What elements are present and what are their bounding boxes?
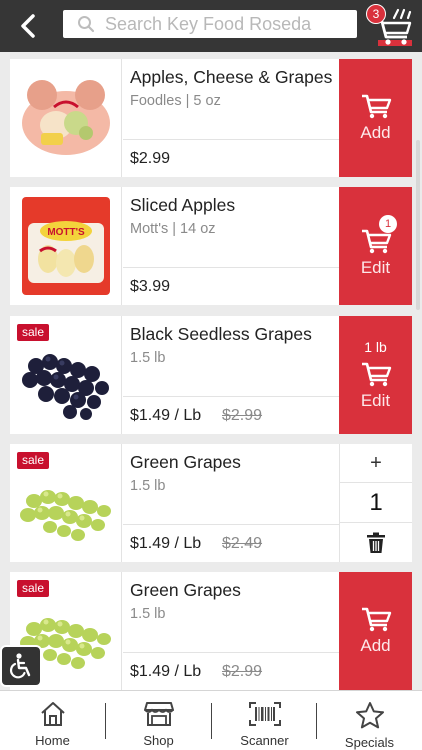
edit-button[interactable]: 1 Edit xyxy=(339,187,412,305)
original-price: $2.49 xyxy=(222,535,263,552)
product-card[interactable]: sale Green Grapes 1.5 lb $1.49 / Lb $2.9… xyxy=(10,572,412,690)
product-price: $2.99 xyxy=(130,150,171,167)
product-price: $3.99 xyxy=(130,278,171,295)
cart-count-badge: 3 xyxy=(366,4,386,24)
original-price: $2.99 xyxy=(222,407,263,424)
tab-home[interactable]: Home xyxy=(0,691,105,750)
quantity-stepper: + 1 xyxy=(339,444,412,562)
tab-scanner[interactable]: Scanner xyxy=(212,691,317,750)
back-arrow-icon xyxy=(21,14,35,38)
accessibility-button[interactable] xyxy=(0,645,42,687)
sale-badge: sale xyxy=(17,580,50,597)
product-title[interactable]: Green Grapes xyxy=(130,452,241,473)
product-card[interactable]: Apples, Cheese & Grapes Foodles | 5 oz $… xyxy=(10,59,412,177)
shop-icon xyxy=(143,702,174,726)
add-label: Add xyxy=(360,636,391,655)
quantity-value: 1 xyxy=(340,483,412,523)
product-card[interactable]: sale Black Seedless Grapes 1.5 lb $1.49 … xyxy=(10,316,412,434)
selected-weight: 1 lb xyxy=(364,339,387,355)
product-size: 1.5 lb xyxy=(130,478,166,494)
tab-shop-label: Shop xyxy=(143,733,174,748)
cart-icon xyxy=(361,607,391,632)
star-icon xyxy=(355,702,384,729)
product-title[interactable]: Sliced Apples xyxy=(130,195,235,216)
remove-item-button[interactable] xyxy=(340,523,412,562)
cart-button[interactable]: 3 xyxy=(366,4,416,48)
increase-quantity-button[interactable]: + xyxy=(340,444,412,483)
sale-badge: sale xyxy=(17,452,50,469)
product-card[interactable]: sale Green Grapes 1.5 lb $1.49 / Lb $2.4… xyxy=(10,444,412,562)
search-input[interactable] xyxy=(105,13,355,35)
product-brand-size: Mott's | 14 oz xyxy=(130,221,216,237)
tab-specials-label: Specials xyxy=(344,735,395,750)
in-cart-qty-badge: 1 xyxy=(379,215,397,233)
tab-home-label: Home xyxy=(35,733,70,748)
add-button[interactable]: Add xyxy=(339,572,412,690)
sale-badge: sale xyxy=(17,324,50,341)
back-button[interactable] xyxy=(14,12,42,40)
product-image: sale xyxy=(10,316,122,434)
top-bar: 3 xyxy=(0,0,422,52)
edit-label: Edit xyxy=(360,391,391,410)
product-title[interactable]: Green Grapes xyxy=(130,580,241,601)
svg-text:MOTT'S: MOTT'S xyxy=(47,227,85,238)
search-icon xyxy=(78,16,95,33)
bottom-tab-bar: Home Shop Scanner Specials xyxy=(0,690,422,750)
product-price: $1.49 / Lb xyxy=(130,407,202,424)
original-price: $2.99 xyxy=(222,663,263,680)
tab-shop[interactable]: Shop xyxy=(106,691,211,750)
scrollbar[interactable] xyxy=(416,140,420,310)
edit-button[interactable]: 1 lb Edit xyxy=(339,316,412,434)
tab-scanner-label: Scanner xyxy=(240,733,289,748)
trash-icon xyxy=(367,532,385,553)
product-card[interactable]: MOTT'S Sliced Apples Mott's | 14 oz $3.9… xyxy=(10,187,412,305)
edit-label: Edit xyxy=(360,258,391,277)
product-price: $1.49 / Lb xyxy=(130,535,202,552)
barcode-icon xyxy=(248,702,281,726)
product-image xyxy=(10,59,122,177)
search-bar[interactable] xyxy=(63,10,357,38)
product-title[interactable]: Apples, Cheese & Grapes xyxy=(130,67,332,88)
product-image: MOTT'S xyxy=(10,187,122,305)
tab-specials[interactable]: Specials xyxy=(317,691,422,750)
product-size: 1.5 lb xyxy=(130,606,166,622)
wheelchair-icon xyxy=(9,653,31,679)
add-button[interactable]: Add xyxy=(339,59,412,177)
cart-icon xyxy=(361,94,391,119)
product-size: 1.5 lb xyxy=(130,350,166,366)
cart-icon xyxy=(361,362,391,387)
product-price: $1.49 / Lb xyxy=(130,663,202,680)
add-label: Add xyxy=(360,123,391,142)
product-brand-size: Foodles | 5 oz xyxy=(130,93,221,109)
product-image: sale xyxy=(10,444,122,562)
home-icon xyxy=(40,702,65,726)
product-title[interactable]: Black Seedless Grapes xyxy=(130,324,312,345)
